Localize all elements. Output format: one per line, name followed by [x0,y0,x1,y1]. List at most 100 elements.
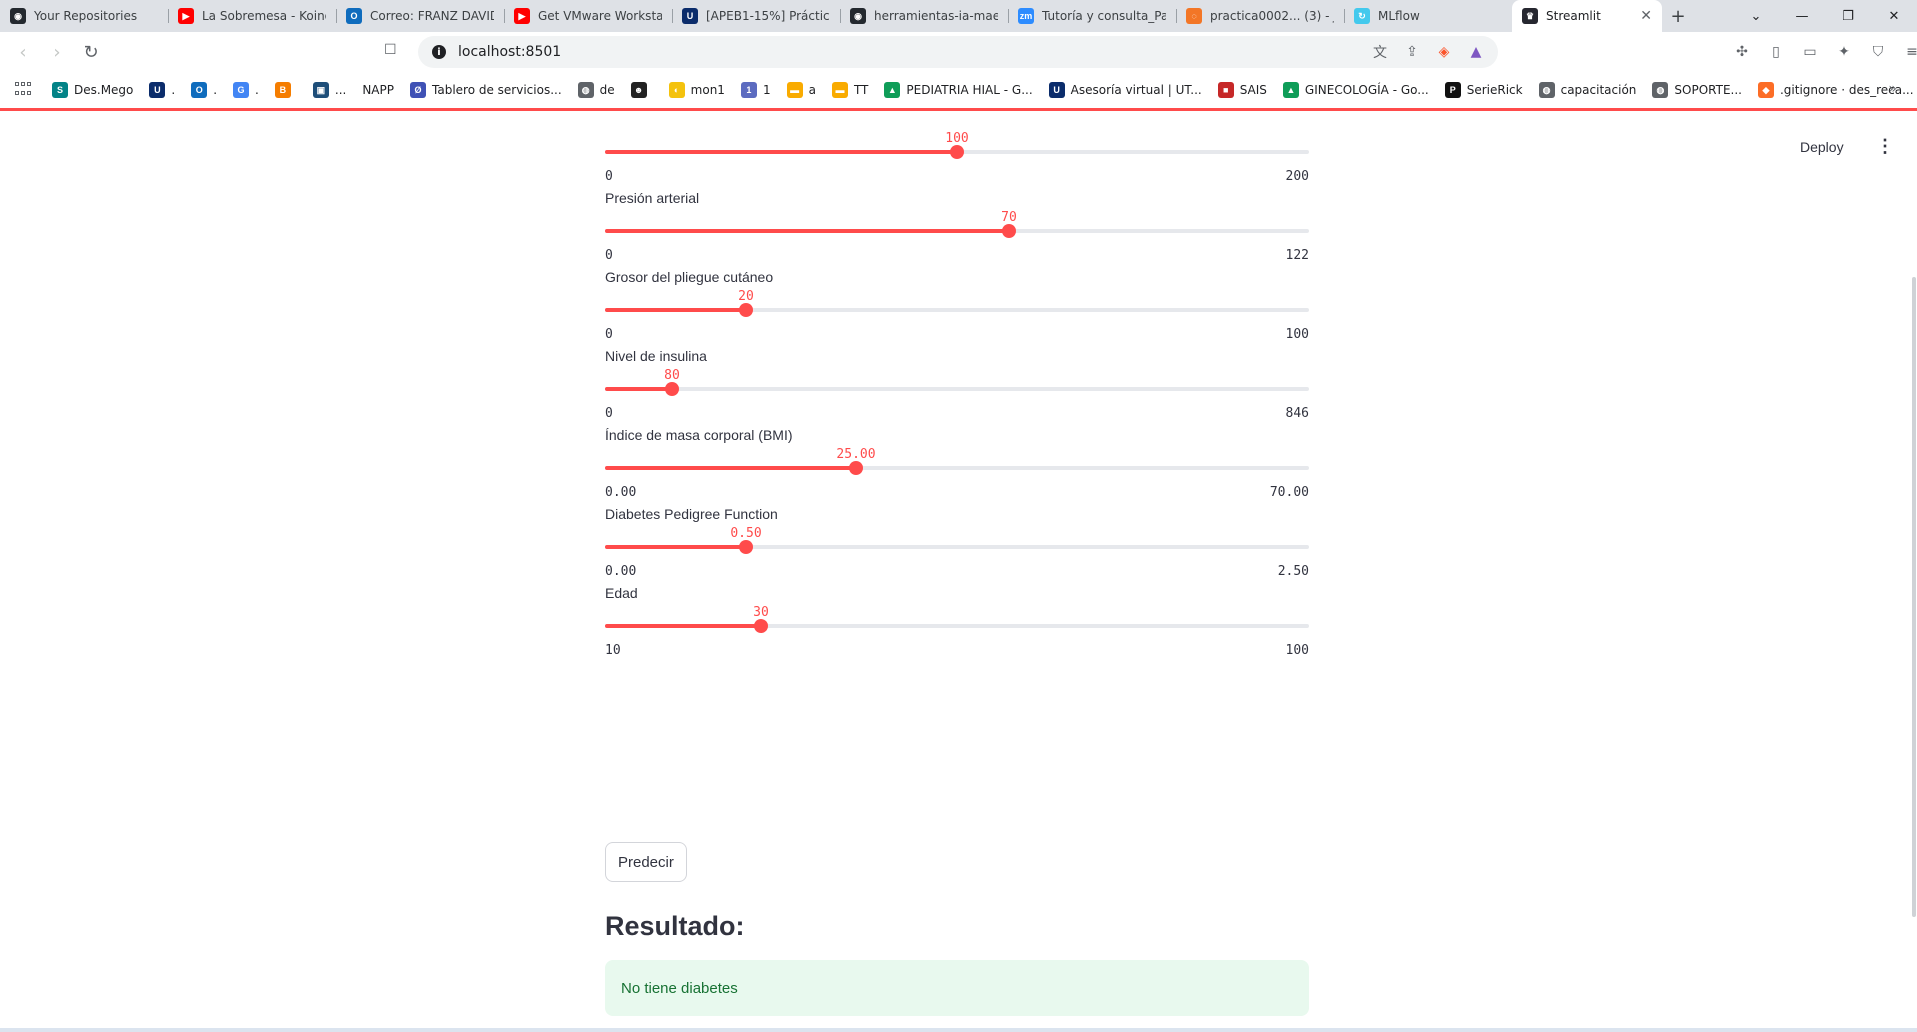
bookmark-item[interactable]: ▣... [312,82,346,98]
slider-track[interactable] [605,145,1309,159]
bookmark-item[interactable]: ■ SAIS [1217,82,1267,98]
bookmark-item[interactable]: ◍ SOPORTE... [1652,82,1742,98]
address-bar[interactable]: i localhost:8501 文 ⇪ ◈ ▲ [418,36,1498,68]
slider-track[interactable] [605,303,1309,317]
main-menu-icon[interactable]: ⋮ [1876,136,1894,157]
back-icon[interactable]: ‹ [6,35,40,69]
globe-icon: ◍ [1652,82,1669,98]
tab-search-icon[interactable]: ⌄ [1733,0,1779,32]
bookmark-item[interactable]: ◐ mon1 [668,82,725,98]
avatar-icon: ☻ [630,82,647,98]
slider-thumb[interactable] [665,382,679,396]
slider-thumb[interactable] [739,303,753,317]
bookmark-item[interactable]: B [274,82,297,98]
slider-thumb[interactable] [739,540,753,554]
bookmark-label: NAPP [362,83,394,97]
tab-title: Streamlit [1546,9,1601,23]
slider-current-value: 80 [664,368,680,383]
tab-3[interactable]: ▶ Get VMware Workstat [504,0,672,32]
vpn-shield-icon[interactable]: ⛉ [1866,40,1890,64]
tab-2[interactable]: O Correo: FRANZ DAVID [336,0,504,32]
bookmark-item[interactable]: ▬ TT [831,82,869,98]
site-info-icon[interactable]: i [432,45,446,59]
slider-fill [605,545,746,549]
close-tab-icon[interactable]: ✕ [1640,8,1652,24]
bookmark-item[interactable]: 11 [740,82,771,98]
tab-5[interactable]: ◉ herramientas-ia-maes [840,0,1008,32]
extensions-area: ✣ ▯ ▭ ✦ ⛉ ≡ [1730,40,1917,64]
bookmark-label: SAIS [1239,83,1267,97]
new-tab-button[interactable]: + [1662,0,1694,32]
forward-icon[interactable]: › [40,35,74,69]
slider-thumb[interactable] [950,145,964,159]
slider-min-value: 0.00 [605,564,637,579]
slider-thumb[interactable] [1002,224,1016,238]
slider-track[interactable] [605,382,1309,396]
bookmark-label: . [171,83,176,97]
apps-grid-icon[interactable] [14,81,32,99]
tab-title: Get VMware Workstat [538,9,662,23]
blogger-icon: B [274,82,291,98]
tab-7[interactable]: ◌ practica0002... (3) - Ju [1176,0,1344,32]
bookmark-item[interactable]: G. [233,82,259,98]
bookmark-label: TT [853,83,869,97]
tab-9[interactable]: ♛ Streamlit ✕ [1512,0,1662,32]
slider-track[interactable] [605,540,1309,554]
bookmark-item[interactable]: P SerieRick [1444,82,1523,98]
leo-ai-icon[interactable]: ✦ [1832,40,1856,64]
bookmark-label: SOPORTE... [1674,83,1742,97]
bookmark-page-icon[interactable]: ☐ [384,42,397,58]
bookmark-item[interactable]: Ø Tablero de servicios... [410,82,562,98]
tab-8[interactable]: ↻ MLflow [1344,0,1512,32]
close-window-icon[interactable]: ✕ [1871,0,1917,32]
bookmark-item[interactable]: ◍ de [577,82,615,98]
slider-thumb[interactable] [754,619,768,633]
bookmark-label: de [599,83,615,97]
sidebar-icon[interactable]: ▯ [1764,40,1788,64]
deploy-button[interactable]: Deploy [1800,139,1844,155]
translate-icon[interactable]: 文 [1370,42,1390,62]
bookmark-item[interactable]: O. [191,82,217,98]
wallet-icon[interactable]: ▭ [1798,40,1822,64]
tab-6[interactable]: zm Tutoría y consulta_Par [1008,0,1176,32]
tab-title: La Sobremesa - Koino [202,9,326,23]
tab-1[interactable]: ▶ La Sobremesa - Koino [168,0,336,32]
share-icon[interactable]: ⇪ [1402,42,1422,62]
predict-button[interactable]: Predecir [605,842,687,882]
page-scrollbar[interactable] [1912,277,1916,917]
tab-4[interactable]: U [APEB1-15%] Práctica [672,0,840,32]
window-controls: ⌄ — ❐ ✕ [1733,0,1917,32]
bookmark-item[interactable]: NAPP [362,83,394,97]
slider-track[interactable] [605,619,1309,633]
bookmark-item[interactable]: ▲ PEDIATRIA HIAL - G... [884,82,1033,98]
slider-fill [605,387,672,391]
slider-track[interactable] [605,461,1309,475]
browser-menu-icon[interactable]: ≡ [1900,40,1917,64]
minimize-icon[interactable]: — [1779,0,1825,32]
bookmark-item[interactable]: S Des.Mego [52,82,133,98]
slider-thumb[interactable] [849,461,863,475]
restore-icon[interactable]: ❐ [1825,0,1871,32]
brave-rewards-icon[interactable]: ▲ [1466,42,1486,62]
slider-field: Edad 30 10 100 [605,585,1309,683]
circle-logo-icon: Ø [410,82,426,98]
more-bookmarks-icon[interactable]: » [1888,81,1897,97]
url-text[interactable]: localhost:8501 [458,44,561,60]
slider-track[interactable] [605,224,1309,238]
tab-title: [APEB1-15%] Práctica [706,9,830,23]
bookmark-item[interactable]: ◍ capacitación [1538,82,1636,98]
slider-min-value: 0 [605,406,613,421]
slider-min-value: 0 [605,327,613,342]
bookmark-item[interactable]: ▲ GINECOLOGÍA - Go... [1282,82,1429,98]
tab-title: Correo: FRANZ DAVID [370,9,494,23]
tab-0[interactable]: ◉ Your Repositories [0,0,168,32]
address-bar-actions: 文 ⇪ ◈ ▲ [1370,42,1486,62]
bookmark-item[interactable]: ▬ a [786,82,816,98]
reload-icon[interactable]: ↻ [74,35,108,69]
bookmark-item[interactable]: U Asesoría virtual | UT... [1048,82,1202,98]
slider-current-value: 100 [945,131,969,146]
extensions-puzzle-icon[interactable]: ✣ [1730,40,1754,64]
bookmark-item[interactable]: ☻ [630,82,653,98]
brave-shields-icon[interactable]: ◈ [1434,42,1454,62]
bookmark-item[interactable]: U. [149,82,175,98]
